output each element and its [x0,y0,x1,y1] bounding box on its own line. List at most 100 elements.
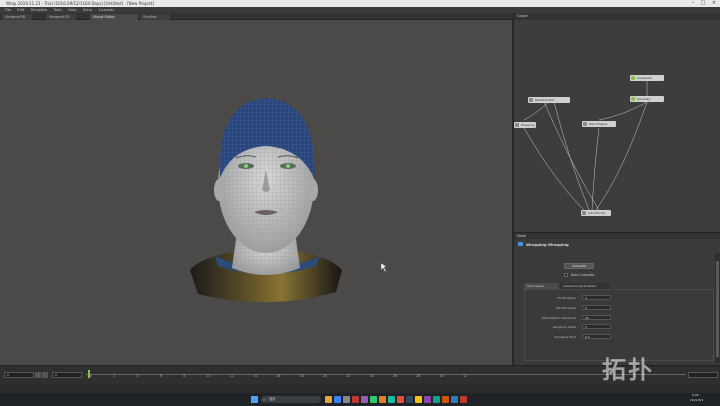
node-icon [582,211,586,215]
graph-panel-header: Graph [513,13,720,20]
os-taskbar: ⌕ 搜索 9:00 2021/8/1 [0,393,720,406]
close-icon[interactable]: × [709,0,719,7]
field-label: Fit Iterations [557,296,576,300]
timeline-tick-label: 22 [346,374,351,378]
timeline-track[interactable] [86,374,686,375]
timeline-tick-label: 8 [183,374,186,378]
start-menu-icon[interactable] [251,396,258,403]
field-sampling-final: Sampling Final 0.2 [520,334,611,340]
timeline-tick-label: 30 [439,374,444,378]
wrap-logo-icon [518,242,523,246]
graph-node-selectpoints[interactable]: SelectPoints [581,210,611,216]
field-optimization-iterations: Optimization Iterations 20 [520,315,611,321]
timeline-tick-label: 0 [90,374,93,378]
timeline-tick-label: 20 [323,374,328,378]
properties-panel: Wrapping Wrapping Compute Auto-Compute P… [513,239,720,365]
graph-node-basicpointset[interactable]: BasicPointSet [528,97,570,103]
properties-scrollbar[interactable] [715,253,720,363]
node-label: LoadGeom [637,76,653,80]
head-mesh-render [190,98,388,302]
graph-node-wrapping[interactable]: Wrapping [514,122,536,128]
node-label: Wrapping [521,123,535,127]
app-icon[interactable] [424,396,431,403]
edge-icon[interactable] [334,396,341,403]
timeline-tick-label: 6 [159,374,162,378]
field-input[interactable]: 5 [582,324,611,329]
node-graph[interactable]: LoadGeom Geometry BasicPointSet Wrapping… [513,20,720,232]
clock-time: 9:00 [692,393,699,397]
field-input[interactable]: 5 [582,305,611,310]
node-label: BasicPointSet [535,98,554,102]
app-icon[interactable] [415,396,422,403]
app-icon[interactable] [442,396,449,403]
field-sampling-initial: Sampling Initial 5 [520,324,611,330]
timeline-tick-label: 32 [462,374,467,378]
timeline-tick-label: 18 [299,374,304,378]
start-frame-input[interactable]: 0 [52,372,82,378]
app-icon[interactable] [379,396,386,403]
file-explorer-icon[interactable] [325,396,332,403]
graph-node-geometry[interactable]: Geometry [630,96,664,102]
search-icon: ⌕ [263,397,266,402]
timeline-tick-label: 16 [276,374,281,378]
field-label: Sampling Final [554,335,576,339]
timeline-tick-label: 28 [416,374,421,378]
field-icp-iterations: ICP Iterations 5 [520,305,611,311]
taskbar-search[interactable]: ⌕ 搜索 [261,396,321,403]
tab-label: Visual Editor [93,15,115,19]
field-input[interactable]: 20 [582,315,611,320]
play-icon[interactable] [35,372,41,378]
step-icon[interactable] [42,372,48,378]
watermark-text: 拓扑 [602,356,654,384]
minimize-icon[interactable]: – [688,0,698,7]
node-label: Geometry [637,97,651,101]
timeline-tick-label: 2 [113,374,116,378]
field-label: Optimization Iterations [541,316,576,320]
graph-connections [523,80,648,211]
app-icon[interactable] [370,396,377,403]
title-bar: Wrap 2019.11.21 - Trial (1016.09/12/1164… [0,0,720,7]
search-placeholder: 搜索 [269,397,276,401]
app-icon[interactable] [433,396,440,403]
current-frame-input[interactable]: 0 [4,372,34,378]
field-input[interactable]: 3 [582,295,611,300]
app-icon[interactable] [460,396,467,403]
graph-node-loadgeom[interactable]: LoadGeom [630,75,664,81]
graph-node-blendshapes[interactable]: BlendShapes [582,121,616,127]
scrollbar-thumb[interactable] [716,261,719,357]
maximize-icon[interactable]: □ [698,0,708,7]
app-icon[interactable] [343,396,350,403]
viewport-3d[interactable] [0,20,512,365]
node-icon [631,76,635,80]
field-fit-iterations: Fit Iterations 3 [520,295,611,301]
auto-compute-checkbox[interactable] [564,273,568,277]
node-label: BlendShapes [589,122,608,126]
app-icon[interactable] [352,396,359,403]
field-input[interactable]: 0.2 [582,334,611,339]
timeline-tick-label: 24 [369,374,374,378]
tab-label: Viewport2D [49,15,70,19]
clock-date: 2021/8/1 [690,398,704,402]
node-title: Wrapping Wrapping [526,242,569,247]
field-label: ICP Iterations [555,306,576,310]
app-icon[interactable] [397,396,404,403]
window-title: Wrap 2019.11.21 - Trial (1016.09/12/1164… [6,1,154,6]
app-icon[interactable] [451,396,458,403]
properties-title: Node [517,234,527,238]
node-icon [583,122,587,126]
tab-label: Shelves [143,15,157,19]
app-icon[interactable] [388,396,395,403]
end-frame-input[interactable] [688,372,718,378]
node-icon [515,123,519,127]
graph-title: Graph [517,14,528,18]
node-icon [529,98,533,102]
compute-button[interactable]: Compute [564,263,594,269]
app-icon[interactable] [406,396,413,403]
auto-compute-label: Auto-Compute [571,273,595,277]
timeline-tick-label: 12 [229,374,234,378]
field-label: Sampling Initial [552,325,576,329]
timeline-tick-label: 4 [136,374,139,378]
properties-panel-header: Node [513,232,720,239]
app-icon[interactable] [361,396,368,403]
timeline-tick-label: 26 [392,374,397,378]
